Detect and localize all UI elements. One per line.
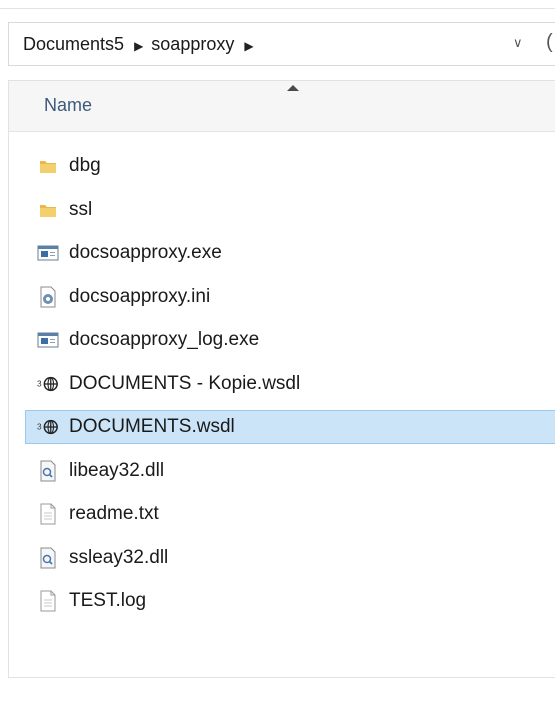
breadcrumb-separator-icon[interactable]: ▶ [244, 39, 253, 53]
column-header-label: Name [44, 95, 93, 115]
sort-ascending-icon [287, 85, 299, 91]
file-row[interactable]: docsoapproxy_log.exe [37, 323, 555, 357]
file-name: dbg [69, 155, 101, 176]
file-row[interactable]: 3 DOCUMENTS.wsdl [25, 410, 555, 444]
file-row[interactable]: ssleay32.dll [37, 541, 555, 575]
file-row[interactable]: readme.txt [37, 497, 555, 531]
address-dropdown-icon[interactable]: ∨ [513, 35, 523, 51]
file-row[interactable]: ssl [37, 193, 555, 227]
file-name: ssleay32.dll [69, 546, 169, 568]
breadcrumb-separator-icon[interactable]: ▶ [134, 39, 143, 53]
file-row[interactable]: libeay32.dll [37, 454, 555, 488]
config-file-icon [37, 286, 59, 308]
folder-icon [37, 199, 59, 221]
file-name: docsoapproxy.ini [69, 285, 211, 307]
file-name: TEST.log [69, 590, 147, 611]
svg-text:3: 3 [37, 423, 42, 432]
refresh-icon[interactable]: ( [546, 31, 553, 54]
file-row[interactable]: 3 DOCUMENTS - Kopie.wsdl [37, 367, 555, 401]
svg-text:3: 3 [37, 379, 42, 388]
exe-icon [37, 242, 59, 264]
file-name: docsoapproxy_log.exe [69, 329, 260, 350]
file-row[interactable]: TEST.log [37, 584, 555, 618]
breadcrumb-label: soapproxy [151, 33, 235, 54]
text-file-icon [37, 590, 59, 612]
breadcrumb-label: Documents5 [23, 33, 125, 54]
file-name: libeay32.dll [69, 459, 165, 481]
dll-file-icon [37, 547, 59, 569]
file-name: DOCUMENTS.wsdl [69, 416, 235, 437]
wsdl-file-icon: 3 [37, 416, 59, 438]
top-band [0, 0, 555, 9]
file-row[interactable]: dbg [37, 149, 555, 183]
breadcrumb-soapproxy[interactable]: soapproxy ▶ [143, 34, 253, 55]
dll-file-icon [37, 460, 59, 482]
column-header-name[interactable]: Name [9, 81, 555, 132]
file-name: readme.txt [69, 503, 159, 524]
folder-icon [37, 155, 59, 177]
file-row[interactable]: docsoapproxy.exe [37, 236, 555, 270]
file-list-pane[interactable]: Name dbg ssl docsoapproxy.exe docsoapproxy.… [8, 80, 555, 678]
wsdl-file-icon: 3 [37, 373, 59, 395]
exe-icon [37, 329, 59, 351]
file-name: ssl [69, 198, 93, 220]
file-name: DOCUMENTS - Kopie.wsdl [69, 372, 301, 394]
address-bar[interactable]: Documents5 ▶ soapproxy ▶ ∨ ( [8, 22, 555, 66]
file-row[interactable]: docsoapproxy.ini [37, 280, 555, 314]
breadcrumb-documents5[interactable]: Documents5 ▶ [9, 34, 143, 55]
file-name: docsoapproxy.exe [69, 242, 222, 263]
text-file-icon [37, 503, 59, 525]
